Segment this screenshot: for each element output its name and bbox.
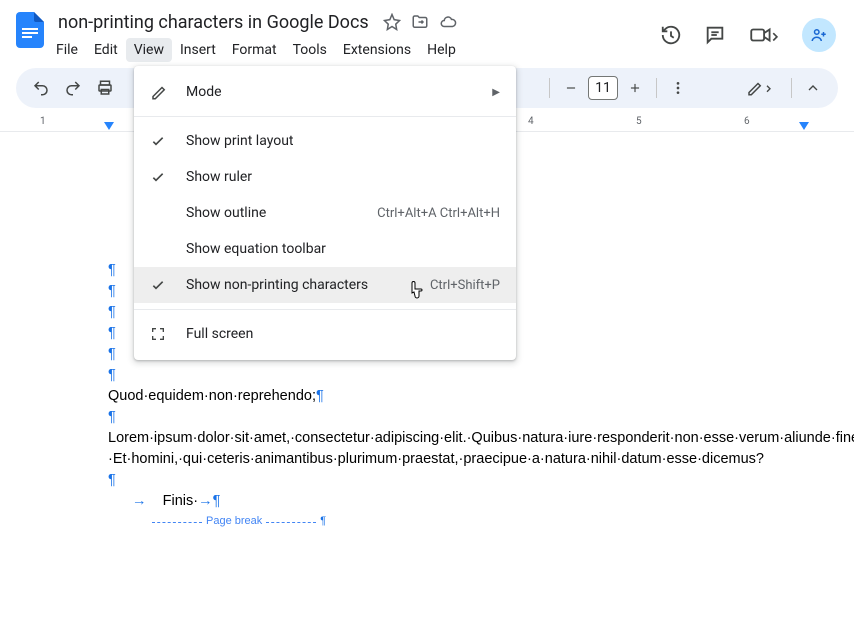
tab-character: → [198, 493, 213, 509]
menu-separator [134, 116, 516, 117]
view-menu-dropdown: Mode ▶ Show print layout Show ruler Show… [134, 66, 516, 360]
menu-item-shortcut: Ctrl+Alt+A Ctrl+Alt+H [377, 206, 500, 221]
indent-marker-right[interactable] [799, 122, 809, 130]
menu-item-print-layout[interactable]: Show print layout [134, 123, 516, 159]
fullscreen-icon [150, 326, 186, 342]
pencil-icon [150, 83, 186, 101]
body-text: Lorem·ipsum·dolor·sit·amet,·consectetur·… [108, 430, 854, 446]
docs-logo-icon[interactable] [12, 12, 48, 48]
menu-item-label: Full screen [186, 326, 500, 342]
menu-insert[interactable]: Insert [172, 38, 224, 62]
history-icon[interactable] [658, 22, 684, 48]
menu-item-label: Mode [186, 84, 492, 100]
menu-item-label: Show ruler [186, 169, 500, 185]
pilcrow: ¶ [108, 409, 116, 425]
menu-item-mode[interactable]: Mode ▶ [134, 74, 516, 110]
pilcrow: ¶ [108, 346, 116, 362]
menu-item-ruler[interactable]: Show ruler [134, 159, 516, 195]
check-icon [150, 133, 186, 149]
pilcrow: ¶ [108, 304, 116, 320]
submenu-arrow-icon: ▶ [492, 87, 500, 98]
pilcrow: ¶ [108, 325, 116, 341]
share-button[interactable] [802, 18, 836, 52]
star-icon[interactable] [381, 11, 403, 33]
undo-button[interactable] [26, 73, 56, 103]
font-size-increase[interactable] [620, 73, 650, 103]
menu-separator [134, 309, 516, 310]
menu-item-label: Show non-printing characters [186, 277, 430, 293]
redo-button[interactable] [58, 73, 88, 103]
pilcrow: ¶ [108, 472, 116, 488]
more-tools-icon[interactable] [663, 73, 693, 103]
pilcrow: ¶ [316, 388, 324, 404]
menu-item-fullscreen[interactable]: Full screen [134, 316, 516, 352]
pilcrow: ¶ [108, 367, 116, 383]
page-break-label: Page break [206, 514, 262, 530]
collapse-toolbar-icon[interactable] [798, 73, 828, 103]
menu-item-label: Show print layout [186, 133, 500, 149]
menu-file[interactable]: File [48, 38, 86, 62]
menu-edit[interactable]: Edit [86, 38, 126, 62]
menu-tools[interactable]: Tools [285, 38, 335, 62]
menu-item-equation-toolbar[interactable]: Show equation toolbar [134, 231, 516, 267]
indent-marker-left[interactable] [104, 122, 114, 130]
menubar: File Edit View Insert Format Tools Exten… [48, 38, 658, 62]
menu-item-non-printing-chars[interactable]: Show non-printing characters Ctrl+Shift+… [134, 267, 516, 303]
ruler-tick: 4 [528, 116, 534, 127]
move-icon[interactable] [409, 11, 431, 33]
menu-item-label: Show equation toolbar [186, 241, 500, 257]
text-line: Quod·equidem·non·reprehendo; [108, 388, 316, 404]
comments-icon[interactable] [702, 22, 728, 48]
page-break: Page break ¶ [108, 514, 746, 530]
cloud-status-icon[interactable] [437, 11, 459, 33]
menu-format[interactable]: Format [224, 38, 285, 62]
menu-help[interactable]: Help [419, 38, 464, 62]
pilcrow: ¶ [108, 262, 116, 278]
font-size-decrease[interactable] [556, 73, 586, 103]
menu-view[interactable]: View [126, 38, 172, 62]
pilcrow: ¶ [213, 493, 221, 509]
print-button[interactable] [90, 73, 120, 103]
pilcrow: ¶ [320, 514, 326, 530]
document-title[interactable]: non-printing characters in Google Docs [52, 10, 375, 35]
menu-item-outline[interactable]: Show outline Ctrl+Alt+A Ctrl+Alt+H [134, 195, 516, 231]
tab-character: → [132, 493, 147, 509]
ruler-tick: 1 [40, 116, 46, 127]
ruler-tick: 6 [744, 116, 750, 127]
menu-item-label: Show outline [186, 205, 377, 221]
check-icon [150, 169, 186, 185]
menu-item-shortcut: Ctrl+Shift+P [430, 278, 500, 293]
font-size-input[interactable]: 11 [588, 76, 618, 100]
meet-icon[interactable] [746, 22, 784, 48]
check-icon [150, 277, 186, 293]
ruler-tick: 5 [636, 116, 642, 127]
editing-mode-icon[interactable] [737, 73, 785, 103]
text-line: Finis· [163, 493, 198, 509]
pilcrow: ¶ [108, 283, 116, 299]
menu-extensions[interactable]: Extensions [335, 38, 419, 62]
